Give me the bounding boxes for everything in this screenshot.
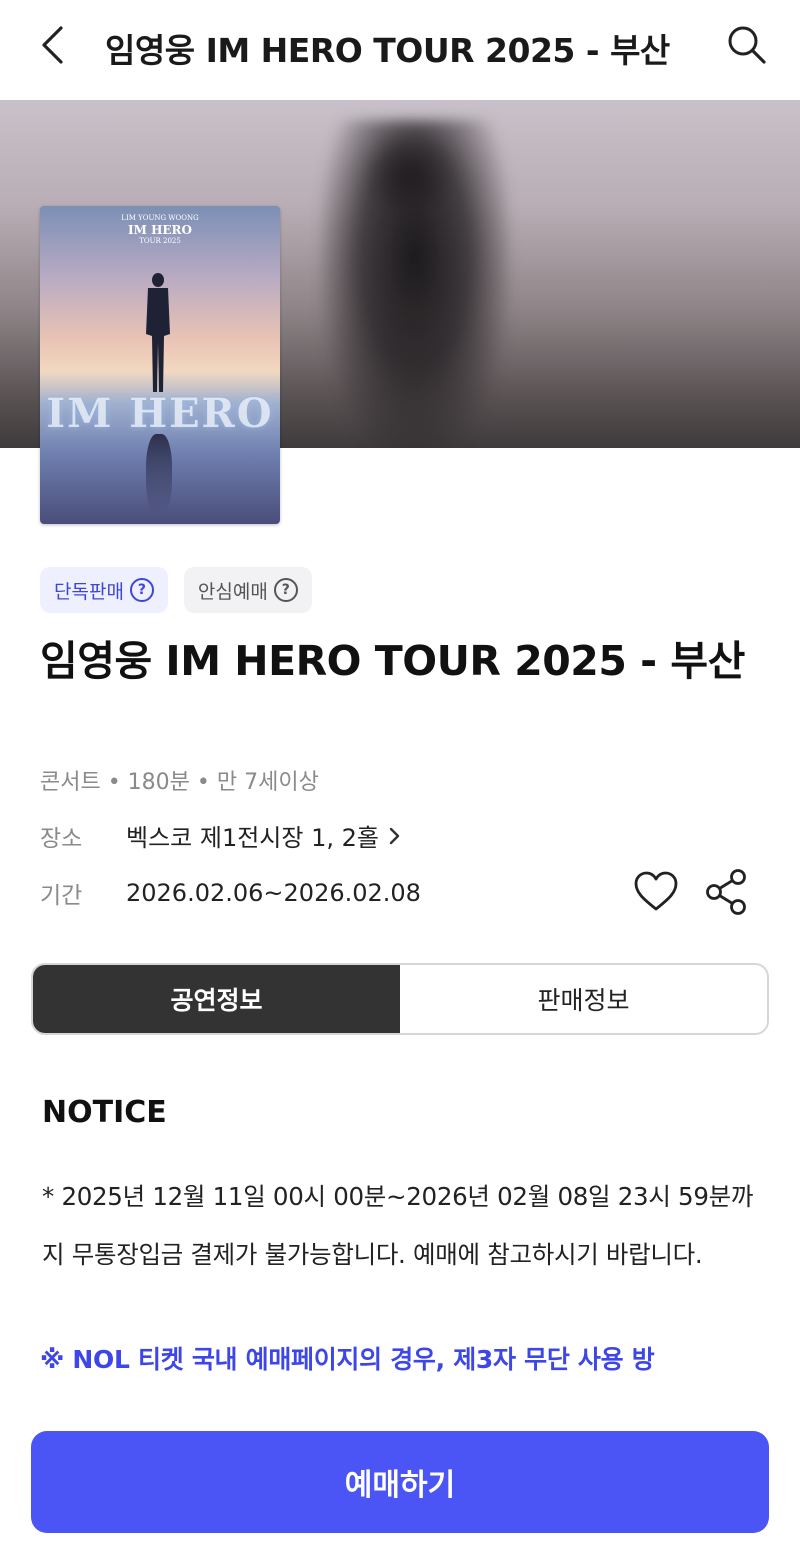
badge-row: 단독판매 ? 안심예매 ? [40, 567, 312, 613]
tab-sales-info[interactable]: 판매정보 [400, 965, 767, 1033]
book-button[interactable]: 예매하기 [31, 1431, 769, 1533]
event-detail-page: 임영웅 IM HERO TOUR 2025 - 부산 LIM YOUNG WOO… [0, 0, 800, 1568]
search-icon [728, 26, 766, 64]
period-row: 기간 2026.02.06~2026.02.08 [40, 876, 421, 910]
venue-label: 장소 [40, 825, 83, 852]
notice-highlight: ※ NOL 티켓 국내 예매페이지의 경우, 제3자 무단 사용 방 [40, 1345, 655, 1374]
event-meta: 콘서트 • 180분 • 만 7세이상 [40, 770, 319, 795]
event-title: 임영웅 IM HERO TOUR 2025 - 부산 [40, 637, 745, 685]
info-tabs: 공연정보 판매정보 [31, 963, 769, 1035]
heart-icon [634, 871, 678, 911]
like-button[interactable] [632, 868, 680, 916]
question-circle-icon: ? [273, 578, 298, 602]
exclusive-sale-label: 단독판매 [54, 580, 124, 603]
event-poster[interactable]: LIM YOUNG WOONG IM HERO TOUR 2025 IM HER… [40, 206, 280, 524]
share-icon [706, 869, 746, 915]
back-button[interactable] [34, 20, 74, 70]
header-title: 임영웅 IM HERO TOUR 2025 - 부산 [105, 31, 670, 70]
period-value: 2026.02.06~2026.02.08 [126, 879, 421, 907]
notice-heading: NOTICE [42, 1095, 167, 1130]
poster-logo-text: IM HERO [46, 390, 274, 437]
safe-booking-label: 안심예매 [197, 580, 268, 603]
notice-body: * 2025년 12월 11일 00시 00분~2026년 02월 08일 23… [42, 1182, 754, 1269]
poster-figure [146, 273, 170, 392]
poster-reflection [146, 434, 172, 514]
search-button[interactable] [724, 22, 770, 68]
poster-artist-text: LIM YOUNG WOONG [121, 214, 199, 222]
exclusive-sale-badge[interactable]: 단독판매 ? [40, 567, 168, 613]
venue-row: 장소 벡스코 제1전시장 1, 2홀 [40, 818, 401, 853]
venue-link[interactable]: 벡스코 제1전시장 1, 2홀 [126, 818, 401, 853]
poster-title-text: IM HERO [128, 223, 192, 237]
period-label: 기간 [40, 883, 83, 909]
poster-subtitle-text: TOUR 2025 [139, 237, 181, 245]
safe-booking-badge[interactable]: 안심예매 ? [183, 567, 312, 613]
question-circle-icon: ? [129, 578, 154, 602]
chevron-left-icon [42, 26, 63, 64]
tab-performance-info[interactable]: 공연정보 [33, 965, 400, 1033]
top-app-bar: 임영웅 IM HERO TOUR 2025 - 부산 [0, 0, 800, 100]
venue-value: 벡스코 제1전시장 1, 2홀 [126, 824, 379, 852]
share-button[interactable] [704, 868, 750, 916]
banner-silhouette-head [360, 130, 460, 220]
chevron-right-icon [389, 827, 400, 844]
